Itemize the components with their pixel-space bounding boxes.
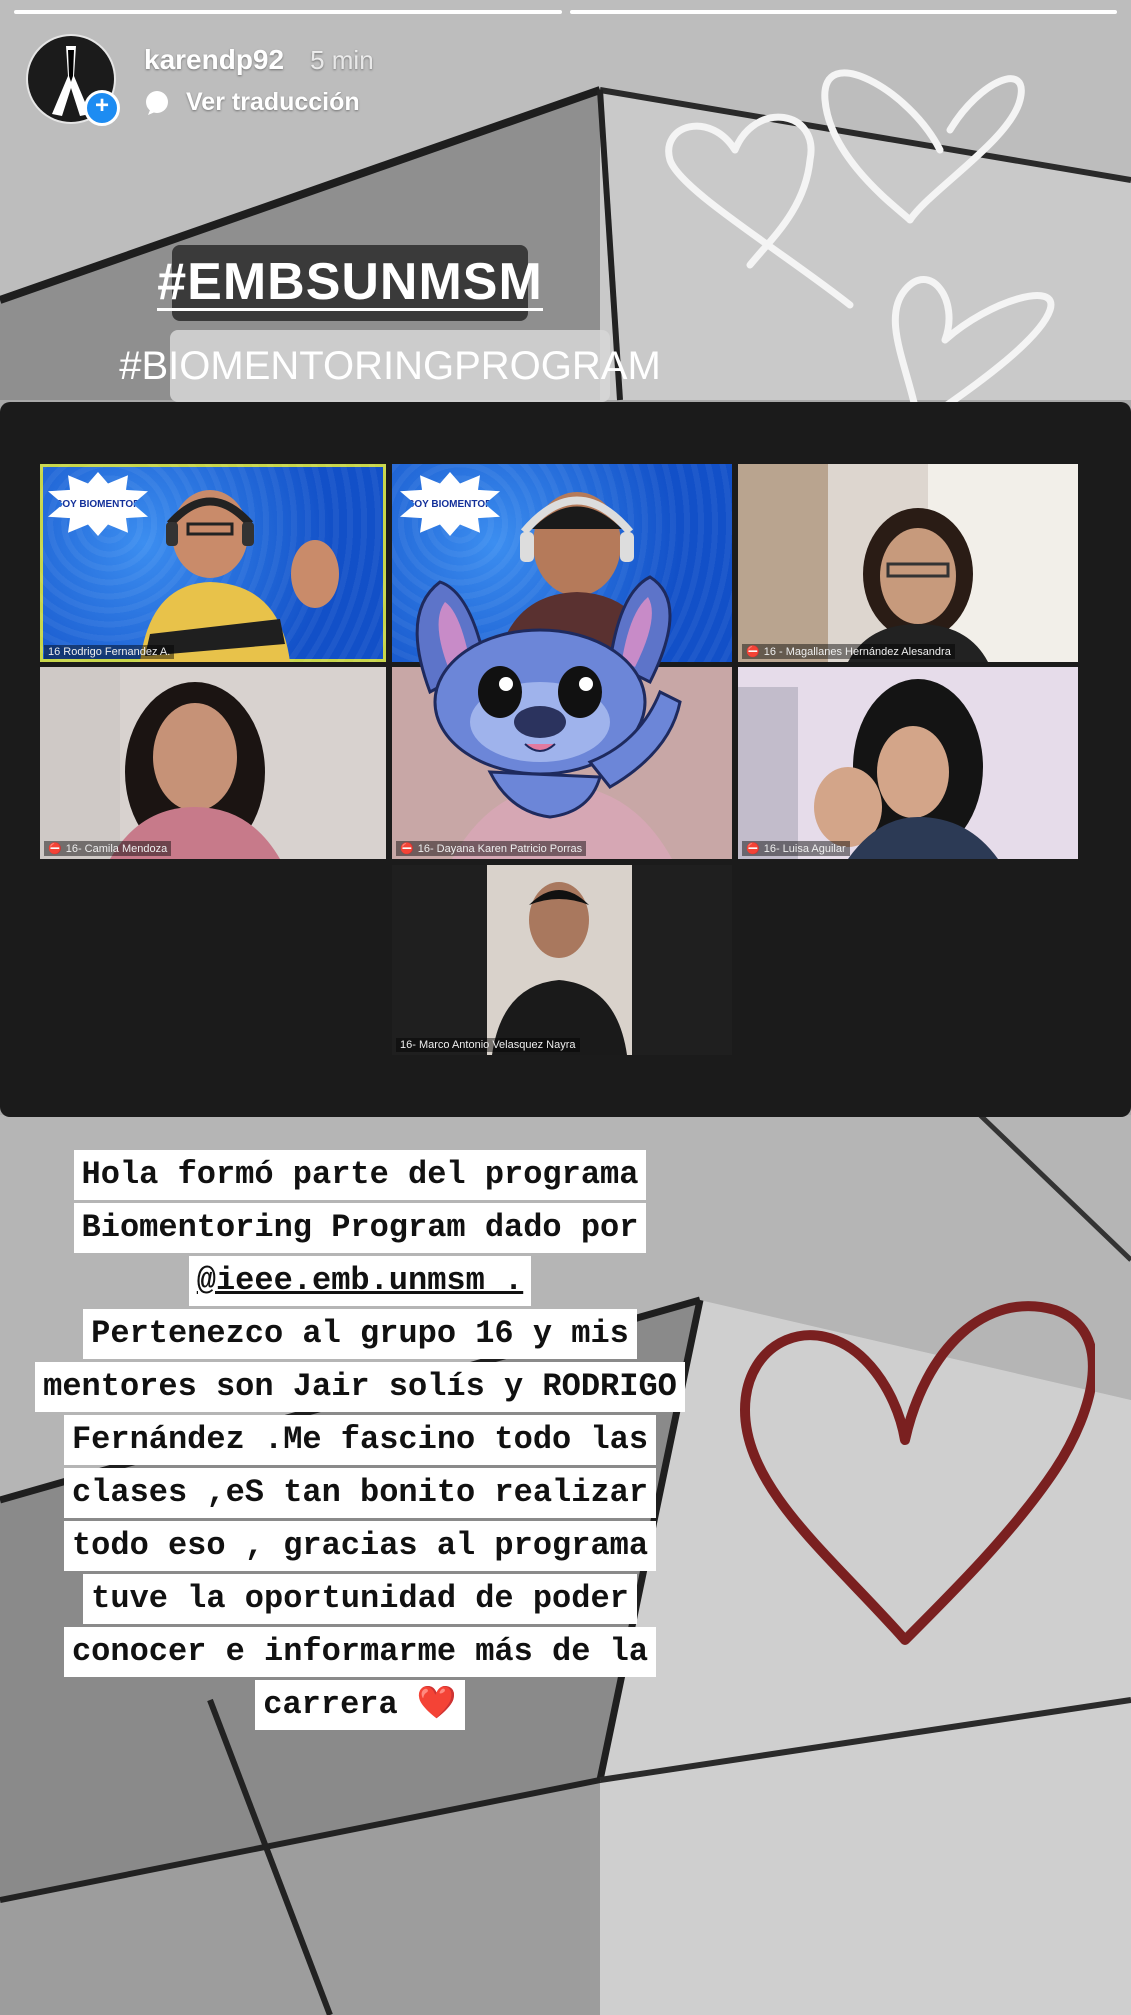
participant-name: 16 Rodrigo Fernandez A. xyxy=(44,645,175,659)
message-line: tuve la oportunidad de poder xyxy=(83,1574,637,1624)
video-tile: SOY BIOMENTOR 16 Rodrigo Fernandez A. xyxy=(40,464,386,662)
participant-name: ⛔ 16- Dayana Karen Patricio Porras xyxy=(396,841,587,856)
hashtag-sticker-biomentoring[interactable]: #BIOMENTORINGPROGRAM xyxy=(119,330,661,402)
message-line: Pertenezco al grupo 16 y mis xyxy=(83,1309,637,1359)
progress-segment xyxy=(14,10,562,14)
translate-button[interactable]: Ver traducción xyxy=(144,88,374,117)
translate-icon xyxy=(146,90,168,115)
story-message: Hola formó parte del programa Biomentori… xyxy=(0,1150,720,1733)
message-line: todo eso , gracias al programa xyxy=(63,1521,657,1571)
username[interactable]: karendp92 xyxy=(144,44,284,76)
video-tile: ⛔ 16- Camila Mendoza xyxy=(40,667,386,859)
participant-name: ⛔ 16- Luisa Aguilar xyxy=(742,841,850,856)
message-line: mentores son Jair solís y RODRIGO xyxy=(35,1362,685,1412)
meeting-screenshot: SOY BIOMENTOR 16 Rodrigo Fernandez A. SO… xyxy=(0,402,1131,1117)
video-tile: 16- Marco Antonio Velasquez Nayra xyxy=(392,865,732,1055)
message-line: Biomentoring Program dado por xyxy=(73,1203,647,1253)
message-line: Hola formó parte del programa xyxy=(73,1150,647,1200)
avatar[interactable]: + xyxy=(28,36,120,126)
participant-name: ⛔ 16 - Magallanes Hernández Alesandra xyxy=(742,644,955,659)
translate-label: Ver traducción xyxy=(186,88,360,116)
post-time: 5 min xyxy=(310,45,374,75)
message-line: clases ,eS tan bonito realizar xyxy=(63,1468,657,1518)
hearts-doodle-icon xyxy=(665,69,1055,434)
video-tile: ⛔ 16- Luisa Aguilar xyxy=(738,667,1078,859)
hashtag-biomentoring-text: #BIOMENTORINGPROGRAM xyxy=(119,343,661,388)
hashtag-embs-text: #EMBSUNMSM xyxy=(157,252,543,311)
message-line: conocer e informarme más de la xyxy=(63,1627,657,1677)
message-line: Fernández .Me fascino todo las xyxy=(63,1415,657,1465)
participant-name: 16- Marco Antonio Velasquez Nayra xyxy=(396,1038,580,1052)
message-line: carrera ❤️ xyxy=(255,1680,465,1730)
participant-name: ⛔ 16- Camila Mendoza xyxy=(44,841,172,856)
add-story-icon[interactable]: + xyxy=(84,90,120,126)
message-line[interactable]: @ieee.emb.unmsm . xyxy=(188,1256,532,1306)
participant-video xyxy=(738,464,1078,662)
story-progress xyxy=(14,10,1117,14)
hashtag-sticker-embs[interactable]: #EMBSUNMSM xyxy=(157,245,543,321)
participant-video xyxy=(487,865,632,1055)
story-header: + karendp92 5 min Ver traducción xyxy=(28,36,374,126)
participant-video xyxy=(40,667,280,859)
red-heart-doodle-icon xyxy=(740,1301,1095,1645)
video-tile: ⛔ 16 - Magallanes Hernández Alesandra xyxy=(738,464,1078,662)
progress-segment xyxy=(569,10,1117,14)
participant-video xyxy=(140,490,339,662)
participant-video xyxy=(738,679,998,859)
stitch-sticker-icon xyxy=(415,575,682,819)
